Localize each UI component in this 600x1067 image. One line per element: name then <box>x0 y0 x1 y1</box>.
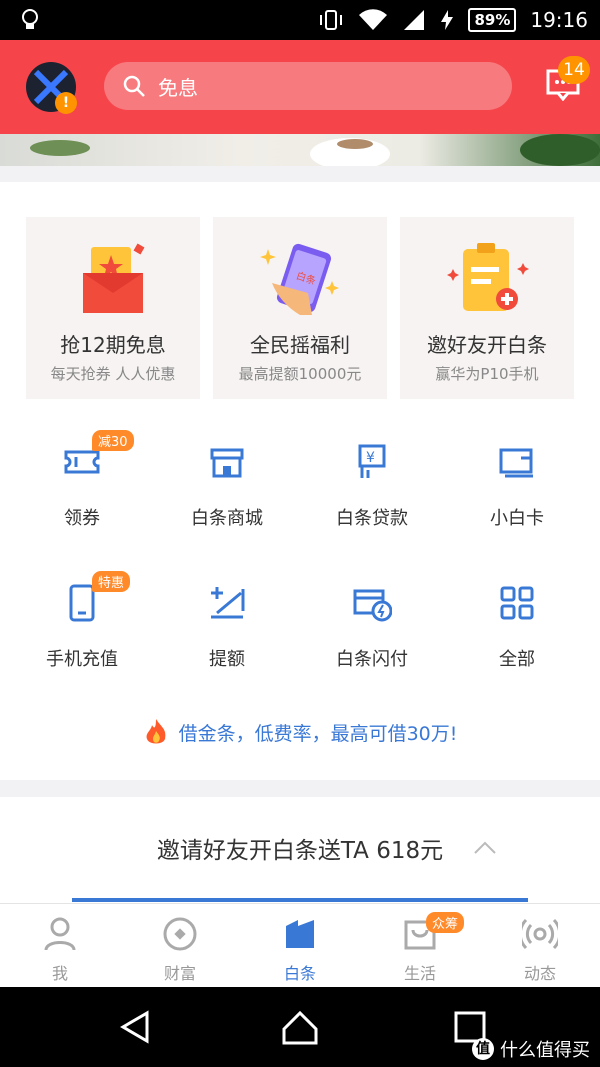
promo-title: 邀好友开白条 <box>427 333 547 357</box>
coin-icon <box>163 917 197 951</box>
tab-label: 动态 <box>523 964 556 983</box>
topup-tag: 特惠 <box>92 571 131 592</box>
invite-card[interactable]: 邀请好友开白条送TA 618元 <box>0 797 600 907</box>
phone-shake-icon: 白条 <box>260 243 339 315</box>
tab-label: 财富 <box>163 964 196 983</box>
message-count-badge: 14 <box>558 56 590 84</box>
bottom-tab-bar: 我 财富 白条 众筹 生活 动态 <box>0 903 600 988</box>
signal-icon <box>404 10 425 30</box>
lightbulb-icon <box>22 9 38 29</box>
avatar-warning-badge: ! <box>55 92 77 114</box>
app-header: ! 免息 14 <box>0 40 600 134</box>
search-icon <box>123 75 145 97</box>
back-icon[interactable] <box>115 1007 155 1047</box>
loan-banner-text: 借金条，低费率，最高可借30万! <box>178 722 458 745</box>
banner-decoration <box>30 134 600 166</box>
promo-title: 抢12期免息 <box>60 333 166 357</box>
wifi-icon <box>359 9 388 30</box>
grid-phone-topup[interactable]: 特惠 手机充值 <box>7 571 157 683</box>
status-bar: 89% 19:16 <box>0 0 600 40</box>
grid-card[interactable]: 小白卡 <box>442 432 592 542</box>
search-placeholder: 免息 <box>158 75 198 100</box>
tab-label: 生活 <box>403 964 436 983</box>
broadcast-icon <box>522 918 558 950</box>
promo-title: 全民摇福利 <box>250 333 350 357</box>
clock: 19:16 <box>530 8 588 32</box>
tab-wealth[interactable]: 财富 <box>120 904 240 988</box>
grid-flash-pay[interactable]: 白条闪付 <box>297 573 447 683</box>
invite-title: 邀请好友开白条送TA 618元 <box>156 838 444 864</box>
fire-icon <box>146 719 165 744</box>
person-icon <box>44 917 76 951</box>
coupon-tag: 减30 <box>92 430 134 451</box>
store-icon <box>210 448 244 478</box>
tab-label: 我 <box>51 964 68 983</box>
vibrate-icon <box>320 10 343 30</box>
watermark: 值 什么值得买 <box>472 1036 590 1062</box>
svg-text:¥: ¥ <box>366 450 375 466</box>
money-hand-icon: ¥ <box>358 444 386 478</box>
flash-pay-icon <box>353 589 392 622</box>
grid-mall[interactable]: 白条商城 <box>152 432 302 542</box>
tab-life[interactable]: 众筹 生活 <box>360 904 480 988</box>
main-card: 抢12期免息 每天抢券 人人优惠 白条 全民摇福利 最高提额10000元 邀好友… <box>0 182 600 780</box>
tab-label: 白条 <box>283 964 316 983</box>
promo-invite-friends[interactable]: 邀好友开白条 赢华为P10手机 <box>400 217 574 399</box>
clipboard-add-icon <box>447 243 529 311</box>
coupon-envelope-icon <box>83 243 145 313</box>
search-input[interactable]: 免息 <box>104 62 512 110</box>
grid-label: 白条商城 <box>191 508 263 529</box>
promo-shake-welfare[interactable]: 白条 全民摇福利 最高提额10000元 <box>213 217 387 399</box>
tab-feed[interactable]: 动态 <box>480 904 600 988</box>
promo-subtitle: 每天抢券 人人优惠 <box>50 365 176 383</box>
tab-me[interactable]: 我 <box>0 904 120 988</box>
battery-level: 89% <box>468 8 517 32</box>
grid-label: 小白卡 <box>490 508 544 529</box>
grid-label: 白条贷款 <box>336 508 408 529</box>
promo-free-interest[interactable]: 抢12期免息 每天抢券 人人优惠 <box>26 217 200 399</box>
grid-loan[interactable]: ¥ 白条贷款 <box>297 432 447 542</box>
raise-limit-icon <box>211 587 245 619</box>
grid-coupons[interactable]: 减30 领券 <box>7 430 157 542</box>
crowdfunding-badge: 众筹 <box>426 912 465 933</box>
baitiao-icon <box>286 920 314 948</box>
banner-image[interactable] <box>0 134 600 166</box>
watermark-logo-icon: 值 <box>472 1038 494 1060</box>
watermark-text: 什么值得买 <box>500 1040 590 1061</box>
invite-progress-line <box>72 898 528 902</box>
grid-raise-limit[interactable]: 提额 <box>152 573 302 683</box>
home-icon[interactable] <box>280 1007 320 1047</box>
tab-baitiao[interactable]: 白条 <box>240 904 360 988</box>
grid-label: 白条闪付 <box>336 649 408 670</box>
promo-subtitle: 最高提额10000元 <box>238 365 362 383</box>
charging-icon <box>441 10 454 30</box>
promo-subtitle: 赢华为P10手机 <box>435 365 539 383</box>
grid-all[interactable]: 全部 <box>442 573 592 683</box>
grid-label: 手机充值 <box>46 649 118 670</box>
grid-label: 领券 <box>64 508 100 529</box>
grid-apps-icon <box>500 586 534 620</box>
loan-banner[interactable]: 借金条，低费率，最高可借30万! <box>0 712 600 752</box>
grid-label: 全部 <box>499 649 535 670</box>
grid-label: 提额 <box>209 649 245 670</box>
chevron-up-icon[interactable] <box>473 841 497 855</box>
card-icon <box>499 448 533 478</box>
